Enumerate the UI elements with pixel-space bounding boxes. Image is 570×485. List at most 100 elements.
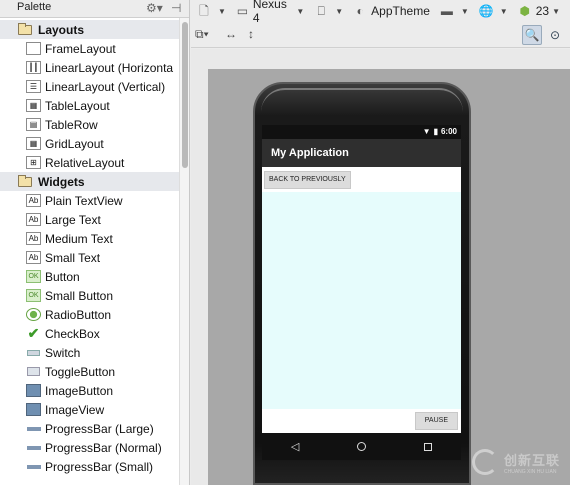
- gear-icon[interactable]: ⚙▾: [146, 1, 163, 15]
- small-button-icon: OK: [26, 289, 41, 302]
- magnifier-icon: 🔍: [524, 28, 540, 42]
- palette-item-tablelayout[interactable]: ▦ TableLayout: [0, 96, 179, 115]
- horizontal-fit-icon[interactable]: ↔: [225, 27, 237, 41]
- zoom-to-fit-icon[interactable]: ⧉▾: [195, 27, 209, 42]
- toggle-icon: [26, 365, 41, 378]
- palette-item-imagebutton[interactable]: ImageButton: [0, 381, 179, 400]
- chevron-down-icon: ▼: [460, 6, 469, 16]
- palette-panel: Palette ⚙▾ ⊣ Layouts FrameLayout ┃┃ Linea…: [0, 0, 190, 485]
- bottom-area: PAUSE: [262, 409, 461, 433]
- palette-group-widgets[interactable]: Widgets: [0, 172, 179, 191]
- palette-item-label: ImageView: [45, 402, 105, 417]
- content-top: BACK TO PREVIOUSLY: [262, 167, 461, 192]
- orientation-icon: ⎕: [317, 4, 325, 18]
- globe-icon: 🌐: [478, 4, 494, 18]
- pause-button[interactable]: PAUSE: [414, 412, 458, 430]
- palette-item-plain-textview[interactable]: Ab Plain TextView: [0, 191, 179, 210]
- palette-item-radiobutton[interactable]: RadioButton: [0, 305, 179, 324]
- radio-icon: [26, 308, 41, 321]
- palette-item-label: Large Text: [45, 212, 101, 227]
- palette-item-label: ProgressBar (Large): [45, 421, 154, 436]
- switch-icon: [26, 346, 41, 359]
- palette-item-imageview[interactable]: ImageView: [0, 400, 179, 419]
- palette-list: Layouts FrameLayout ┃┃ LinearLayout (Hori…: [0, 20, 179, 476]
- watermark-subtext: CHUANG XIN HU LIAN: [504, 468, 557, 475]
- palette-scroll-thumb[interactable]: [182, 22, 188, 168]
- battery-icon: ▮: [433, 127, 438, 136]
- textview-icon: Ab: [26, 213, 41, 226]
- palette-item-framelayout[interactable]: FrameLayout: [0, 39, 179, 58]
- palette-item-checkbox[interactable]: ✔ CheckBox: [0, 324, 179, 343]
- api-level-selector[interactable]: ⬢ 23 ▼: [518, 4, 560, 18]
- render-file-button[interactable]: 🗋 ▼: [197, 4, 226, 18]
- palette-item-linearlayout-vertical[interactable]: ☰ LinearLayout (Vertical): [0, 77, 179, 96]
- palette-item-label: ProgressBar (Normal): [45, 440, 162, 455]
- back-icon[interactable]: ◁: [291, 440, 299, 453]
- palette-item-label: ProgressBar (Small): [45, 459, 154, 474]
- home-icon[interactable]: [357, 442, 367, 451]
- palette-item-label: Medium Text: [45, 231, 113, 246]
- tablerow-icon: ▤: [26, 118, 41, 131]
- palette-item-label: Button: [45, 269, 80, 284]
- linearlayout-vertical-icon: ☰: [26, 80, 41, 93]
- zoom-actual-button[interactable]: 🔍: [522, 25, 542, 45]
- chevron-down-icon: ▼: [335, 6, 344, 16]
- theme-label: AppTheme: [371, 4, 430, 18]
- folder-icon: [18, 22, 32, 35]
- image-view-icon: [26, 403, 41, 416]
- orientation-button[interactable]: ⎕ ▼: [314, 4, 344, 18]
- watermark-logo-icon: [472, 449, 498, 475]
- palette-scrollbar[interactable]: [179, 18, 189, 485]
- palette-item-small-button[interactable]: OK Small Button: [0, 286, 179, 305]
- palette-item-label: Small Text: [45, 250, 101, 265]
- image-button-icon: [26, 384, 41, 397]
- theme-selector[interactable]: ◐ AppTheme: [353, 4, 430, 18]
- palette-item-linearlayout-horizontal[interactable]: ┃┃ LinearLayout (Horizonta: [0, 58, 179, 77]
- toolbar-row-top: 🗋 ▼ ▭ Nexus 4 ▼ ⎕ ▼ ◐ AppTheme ▬ ▼ 🌐 ▼ ⬢ 23 ▼: [197, 0, 570, 25]
- status-time: 6:00: [440, 127, 457, 136]
- palette-title: Palette: [17, 1, 52, 13]
- device-icon: ▭: [236, 4, 249, 18]
- palette-item-gridlayout[interactable]: ▦ GridLayout: [0, 134, 179, 153]
- chevron-down-icon: ▼: [296, 6, 305, 16]
- status-bar: ▼ ▮ 6:00: [262, 125, 461, 139]
- api-level-label: 23: [535, 4, 550, 18]
- palette-group-label: Widgets: [38, 174, 85, 189]
- chevron-down-icon: ▼: [499, 6, 508, 16]
- palette-item-large-text[interactable]: Ab Large Text: [0, 210, 179, 229]
- palette-item-label: ToggleButton: [45, 364, 116, 379]
- palette-item-medium-text[interactable]: Ab Medium Text: [0, 229, 179, 248]
- android-icon: ⬢: [519, 4, 530, 18]
- palette-item-small-text[interactable]: Ab Small Text: [0, 248, 179, 267]
- palette-item-progressbar-small[interactable]: ProgressBar (Small): [0, 457, 179, 476]
- palette-item-tablerow[interactable]: ▤ TableRow: [0, 115, 179, 134]
- zoom-one-to-one-button[interactable]: ⊙: [545, 25, 565, 45]
- activity-selector[interactable]: ▬ ▼: [440, 4, 469, 18]
- vertical-fit-icon[interactable]: ↕: [248, 27, 254, 41]
- palette-item-label: RadioButton: [45, 307, 112, 322]
- app-bar: My Application: [262, 139, 461, 167]
- palette-item-button[interactable]: OK Button: [0, 267, 179, 286]
- collapse-panel-icon[interactable]: ⊣: [171, 1, 181, 15]
- palette-group-layouts[interactable]: Layouts: [0, 20, 179, 39]
- zoom-one-icon: ⊙: [549, 28, 561, 42]
- back-to-previously-button[interactable]: BACK TO PREVIOUSLY: [264, 171, 351, 189]
- palette-item-progressbar-large[interactable]: ProgressBar (Large): [0, 419, 179, 438]
- watermark-text: 创新互联: [504, 452, 561, 468]
- recents-icon[interactable]: [424, 442, 433, 451]
- chevron-down-icon: ▼: [552, 6, 560, 16]
- device-label: Nexus 4: [252, 0, 287, 25]
- tablelayout-icon: ▦: [26, 99, 41, 112]
- progressbar-icon: [26, 460, 41, 473]
- palette-item-progressbar-normal[interactable]: ProgressBar (Normal): [0, 438, 179, 457]
- locale-selector[interactable]: 🌐 ▼: [479, 4, 508, 18]
- device-selector[interactable]: ▭ Nexus 4 ▼: [236, 0, 305, 25]
- palette-item-switch[interactable]: Switch: [0, 343, 179, 362]
- palette-item-label: ImageButton: [45, 383, 114, 398]
- palette-item-label: CheckBox: [45, 326, 100, 341]
- palette-item-label: Plain TextView: [45, 193, 123, 208]
- palette-item-togglebutton[interactable]: ToggleButton: [0, 362, 179, 381]
- palette-item-label: LinearLayout (Vertical): [45, 79, 166, 94]
- phone-bezel-highlight: [261, 88, 463, 118]
- palette-item-relativelayout[interactable]: ⊞ RelativeLayout: [0, 153, 179, 172]
